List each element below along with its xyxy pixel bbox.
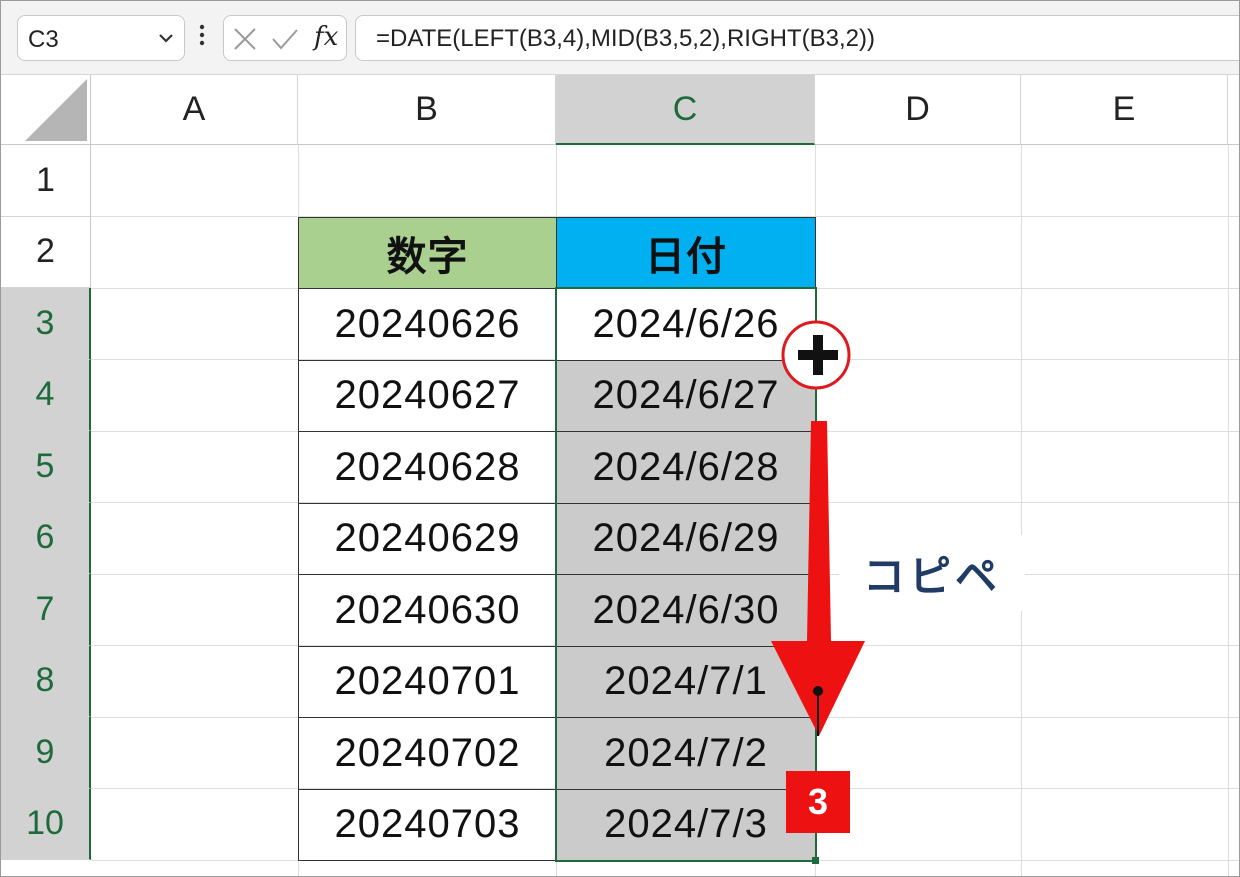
number-cell-b7[interactable]: 20240630 [298,574,557,647]
row-header-8[interactable]: 8 [1,645,91,717]
insert-function-icon[interactable]: fx [314,22,338,52]
table-header-number[interactable]: 数字 [298,216,557,289]
spreadsheet-window: C3 fx =DATE(LEFT(B3,4),MID(B3,5,2),RIGHT… [0,0,1240,877]
row-header-2[interactable]: 2 [1,216,91,288]
column-header-b[interactable]: B [298,75,556,145]
column-header-c[interactable]: C [556,75,815,145]
row-header-6[interactable]: 6 [1,502,91,574]
row-header-9[interactable]: 9 [1,717,91,789]
name-box[interactable]: C3 [17,15,185,61]
column-header-a[interactable]: A [91,75,298,145]
row-header-4[interactable]: 4 [1,359,91,431]
select-all-corner[interactable] [1,75,91,145]
formula-input[interactable]: =DATE(LEFT(B3,4),MID(B3,5,2),RIGHT(B3,2)… [355,15,1239,61]
name-box-value: C3 [28,26,59,53]
formula-buttons: fx [223,15,347,61]
cancel-icon[interactable] [232,26,258,57]
number-cell-b8[interactable]: 20240701 [298,645,557,718]
chevron-down-icon[interactable] [156,28,176,53]
gridline [1021,145,1022,876]
selection-range [555,287,817,862]
column-header-e[interactable]: E [1021,75,1228,145]
spreadsheet-grid[interactable]: A B C D E 1 2 3 4 5 6 7 8 9 10 数字 日付 202… [1,75,1239,876]
row-header-5[interactable]: 5 [1,431,91,503]
table-header-date[interactable]: 日付 [556,216,816,289]
fill-handle[interactable] [812,857,819,864]
row-header-7[interactable]: 7 [1,574,91,646]
more-options-icon[interactable] [197,21,207,56]
formula-bar: C3 fx =DATE(LEFT(B3,4),MID(B3,5,2),RIGHT… [1,1,1239,75]
checkmark-icon[interactable] [270,26,300,57]
copy-paste-label: コピペ [839,535,1025,611]
number-cell-b9[interactable]: 20240702 [298,717,557,790]
formula-text: =DATE(LEFT(B3,4),MID(B3,5,2),RIGHT(B3,2)… [376,25,875,52]
row-header-1[interactable]: 1 [1,145,91,217]
row-header-10[interactable]: 10 [1,788,91,860]
number-cell-b3[interactable]: 20240626 [298,288,557,361]
step-number-badge: 3 [786,771,850,833]
row-header-3[interactable]: 3 [1,288,91,360]
column-header-f[interactable] [1228,75,1239,145]
number-cell-b5[interactable]: 20240628 [298,431,557,504]
number-cell-b4[interactable]: 20240627 [298,359,557,432]
number-cell-b10[interactable]: 20240703 [298,788,557,861]
column-header-d[interactable]: D [815,75,1021,145]
gridline [1228,145,1229,876]
number-cell-b6[interactable]: 20240629 [298,502,557,575]
